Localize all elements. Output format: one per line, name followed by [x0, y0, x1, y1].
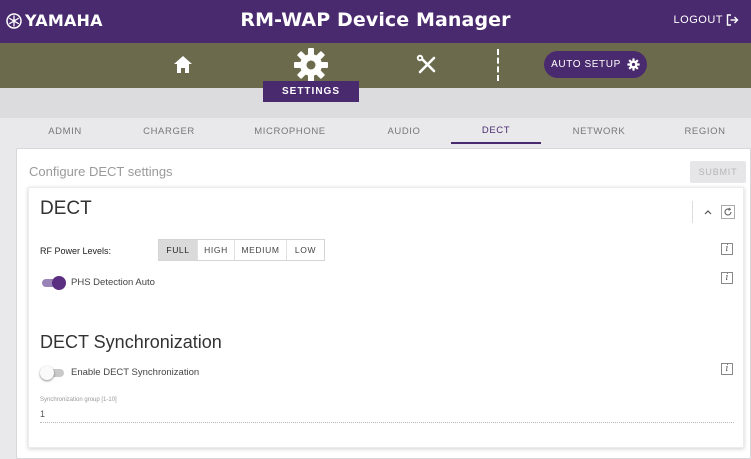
card-controls	[692, 201, 735, 223]
sync-info-icon[interactable]: i	[721, 363, 733, 375]
tab-charger[interactable]: CHARGER	[128, 118, 210, 144]
yamaha-tuning-fork-icon	[6, 12, 22, 29]
tools-icon[interactable]	[415, 53, 439, 77]
rf-option-medium[interactable]: MEDIUM	[235, 240, 287, 260]
logout-button[interactable]: LOGOUT	[674, 14, 739, 26]
logout-label: LOGOUT	[673, 14, 723, 26]
toggle-knob	[52, 276, 66, 290]
sync-group-underline	[40, 422, 734, 423]
rf-power-info-icon[interactable]: i	[721, 243, 733, 255]
sync-section-title: DECT Synchronization	[40, 332, 222, 352]
dect-sync-label: Enable DECT Synchronization	[71, 367, 200, 378]
rf-option-full[interactable]: FULL	[159, 240, 198, 260]
tab-admin[interactable]: ADMIN	[30, 118, 100, 144]
device-manager-app: YAMAHA RM-WAP Device Manager LOGOUT AUTO…	[0, 0, 751, 459]
rf-power-label: RF Power Levels:	[40, 246, 112, 256]
tab-network[interactable]: NETWORK	[558, 118, 640, 144]
dect-card-title: DECT	[40, 198, 92, 219]
brand-name: YAMAHA	[25, 11, 103, 30]
dect-sync-toggle[interactable]	[40, 366, 66, 380]
rf-option-low[interactable]: LOW	[287, 240, 324, 260]
tab-region[interactable]: REGION	[670, 118, 740, 144]
dect-settings-panel: Configure DECT settings SUBMIT DECT RF P…	[16, 148, 751, 459]
gear-icon[interactable]	[293, 47, 329, 83]
auto-setup-button[interactable]: AUTO SETUP	[544, 51, 647, 78]
section-sub-bar	[0, 88, 751, 118]
logout-icon	[726, 14, 739, 26]
panel-title: Configure DECT settings	[29, 164, 173, 179]
tab-audio[interactable]: AUDIO	[364, 118, 444, 144]
controls-divider	[692, 201, 693, 223]
home-icon[interactable]	[172, 54, 194, 76]
auto-setup-label: AUTO SETUP	[551, 59, 621, 70]
rf-option-high[interactable]: HIGH	[198, 240, 235, 260]
top-bar: YAMAHA RM-WAP Device Manager LOGOUT	[0, 0, 751, 43]
settings-section-tab[interactable]: SETTINGS	[263, 81, 359, 102]
collapse-chevron-up-icon[interactable]	[701, 205, 715, 219]
phs-detection-toggle[interactable]	[40, 276, 66, 290]
tab-dect[interactable]: DECT	[451, 118, 541, 144]
app-title: RM-WAP Device Manager	[240, 9, 511, 31]
rf-power-selector: FULL HIGH MEDIUM LOW	[158, 239, 325, 261]
sync-group-input[interactable]: 1	[40, 409, 45, 419]
auto-setup-gear-icon	[627, 58, 640, 71]
submit-button[interactable]: SUBMIT	[690, 161, 746, 183]
tab-microphone[interactable]: MICROPHONE	[240, 118, 340, 144]
phs-detection-label: PHS Detection Auto	[71, 277, 155, 288]
refresh-icon[interactable]	[721, 205, 735, 219]
sync-group-label: Synchronization group [1-10]	[40, 397, 117, 403]
nav-bar: AUTO SETUP	[0, 43, 751, 88]
toggle-knob	[40, 366, 54, 380]
dect-card: DECT RF Power Levels: FULL HIGH MEDIUM L…	[28, 187, 744, 448]
yamaha-logo: YAMAHA	[6, 11, 103, 30]
phs-info-icon[interactable]: i	[721, 272, 733, 284]
nav-divider	[497, 49, 499, 81]
settings-tabs: ADMIN CHARGER MICROPHONE AUDIO DECT NETW…	[8, 118, 751, 144]
